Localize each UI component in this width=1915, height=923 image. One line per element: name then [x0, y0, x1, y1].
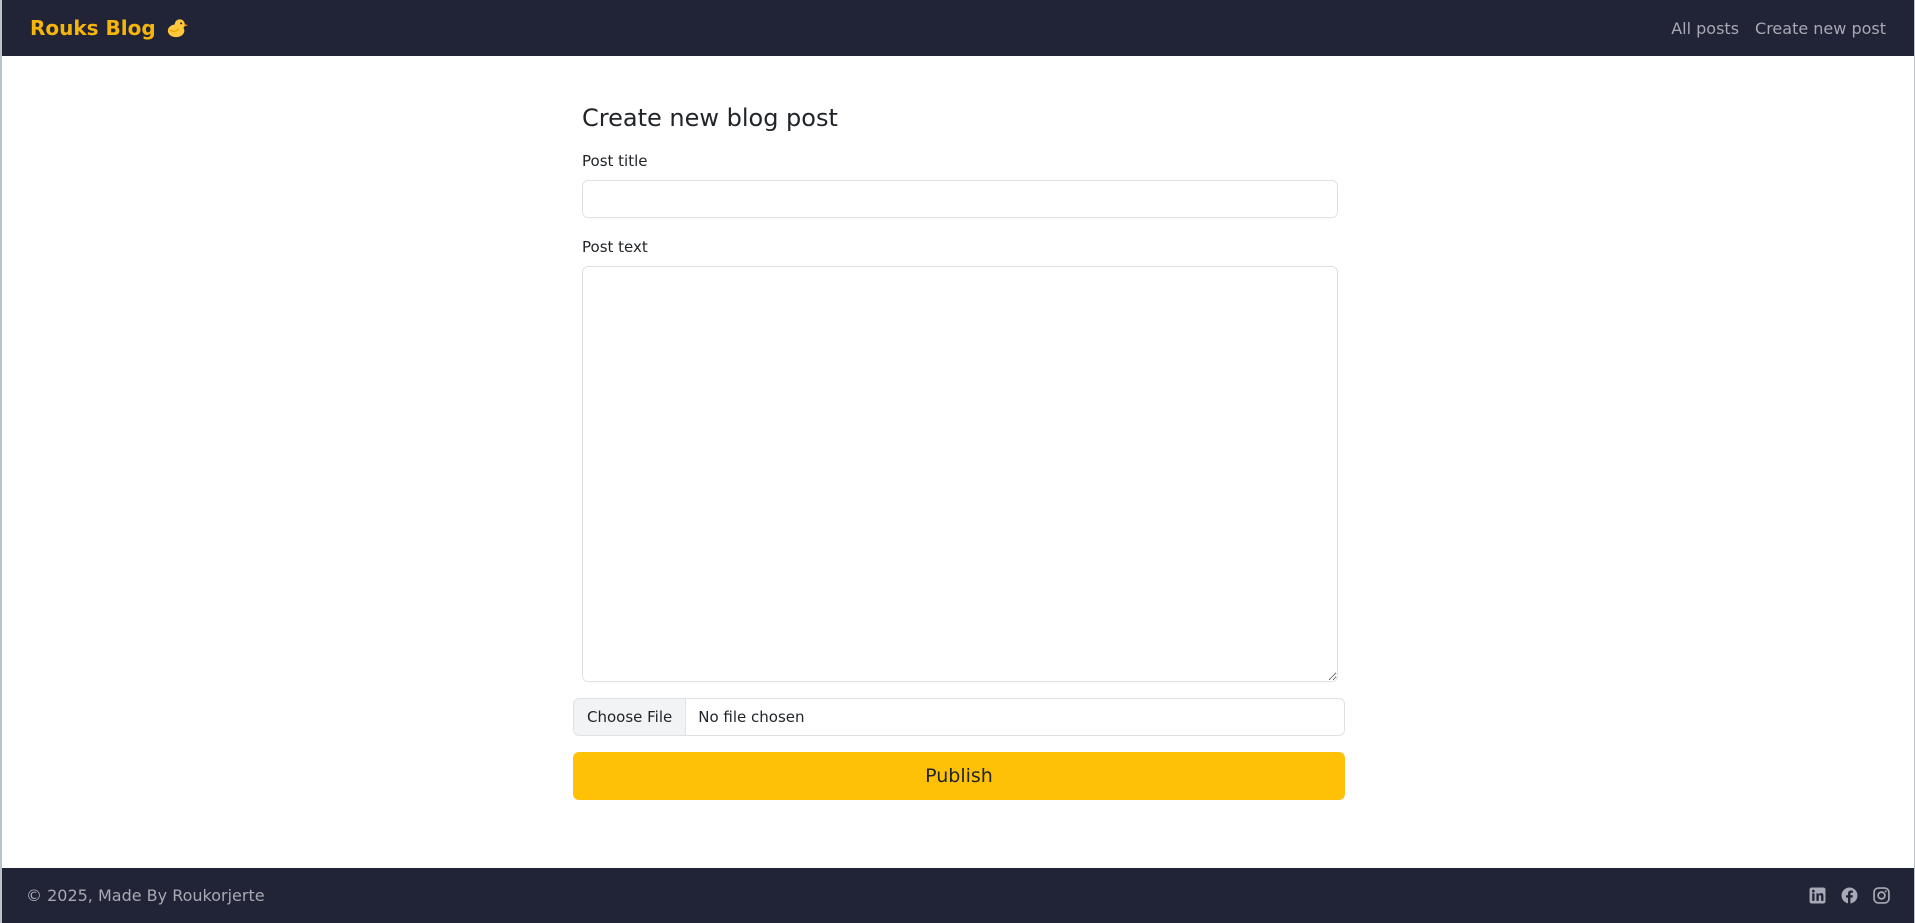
instagram-icon[interactable] — [1873, 887, 1890, 904]
social-links — [1809, 887, 1890, 904]
nav-create-new-post[interactable]: Create new post — [1755, 19, 1886, 38]
post-text-textarea[interactable] — [582, 266, 1338, 682]
brand-link[interactable]: Rouks Blog — [30, 16, 188, 40]
file-status: No file chosen — [698, 708, 805, 726]
brand-name: Rouks Blog — [30, 16, 156, 40]
navbar: Rouks Blog All posts Create new post — [2, 0, 1914, 56]
choose-file-button[interactable]: Choose File — [574, 699, 687, 735]
post-title-input[interactable] — [582, 180, 1338, 218]
post-title-label: Post title — [582, 152, 648, 170]
facebook-icon[interactable] — [1841, 887, 1858, 904]
nav-links: All posts Create new post — [1671, 19, 1886, 38]
post-text-label: Post text — [582, 238, 648, 256]
nav-all-posts[interactable]: All posts — [1671, 19, 1739, 38]
chick-icon — [167, 19, 188, 38]
publish-button[interactable]: Publish — [573, 752, 1345, 800]
page-title: Create new blog post — [582, 104, 838, 132]
linkedin-icon[interactable] — [1809, 887, 1826, 904]
copyright-text: © 2025, Made By Roukorjerte — [26, 886, 265, 905]
footer: © 2025, Made By Roukorjerte — [2, 868, 1914, 923]
create-post-form: Create new blog post Post title Post tex… — [573, 102, 1353, 800]
file-input[interactable]: Choose File No file chosen — [573, 698, 1345, 736]
